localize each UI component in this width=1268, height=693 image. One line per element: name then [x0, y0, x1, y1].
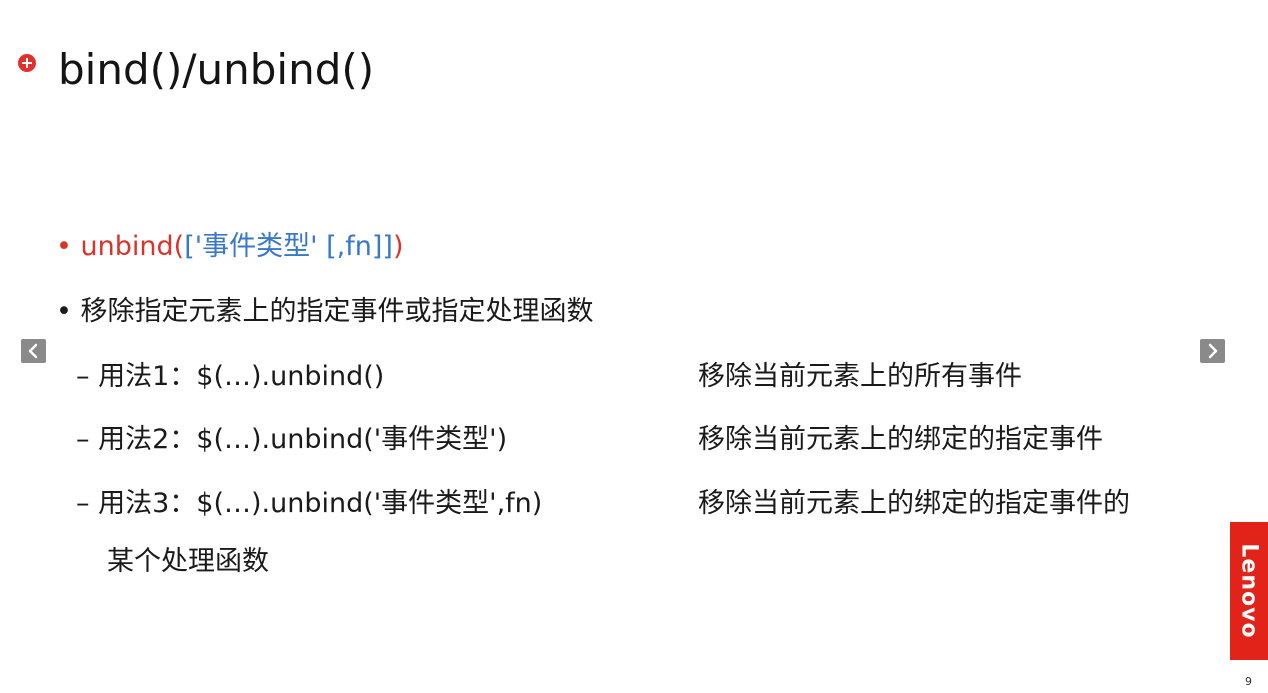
- bullet-marker: •: [56, 231, 72, 262]
- usage-3-code: – 用法3：$(…).unbind('事件类型',fn): [76, 488, 543, 519]
- page-number: 9: [1245, 675, 1252, 688]
- signature-args: ['事件类型' [,fn]]: [184, 231, 393, 262]
- usage-2-code: – 用法2：$(…).unbind('事件类型'): [76, 424, 508, 455]
- usage-3-desc: 移除当前元素上的绑定的指定事件的: [698, 488, 1130, 519]
- usage-3-desc-continuation: 某个处理函数: [107, 546, 269, 577]
- usage-2-desc: 移除当前元素上的绑定的指定事件: [698, 424, 1103, 455]
- bullet-text: 移除指定元素上的指定事件或指定处理函数: [80, 296, 594, 327]
- bullet-description: • 移除指定元素上的指定事件或指定处理函数: [56, 293, 594, 331]
- slide: bind()/unbind() • unbind(['事件类型' [,fn]])…: [0, 0, 1268, 693]
- previous-slide-button[interactable]: [21, 339, 46, 363]
- logo-text: Lenovo: [1236, 543, 1262, 639]
- chevron-right-icon: [1208, 343, 1218, 359]
- usage-1-desc: 移除当前元素上的所有事件: [698, 361, 1022, 392]
- slide-title: bind()/unbind(): [58, 45, 375, 94]
- chevron-left-icon: [28, 343, 38, 359]
- title-bullet-icon: [18, 54, 36, 72]
- bullet-marker: •: [56, 296, 72, 327]
- signature-suffix: ): [392, 231, 404, 262]
- usage-1-code: – 用法1：$(…).unbind(): [76, 361, 385, 392]
- next-slide-button[interactable]: [1200, 339, 1225, 363]
- signature-prefix: unbind(: [80, 231, 185, 262]
- lenovo-logo: Lenovo: [1230, 522, 1268, 660]
- bullet-unbind-signature: • unbind(['事件类型' [,fn]]): [56, 228, 404, 266]
